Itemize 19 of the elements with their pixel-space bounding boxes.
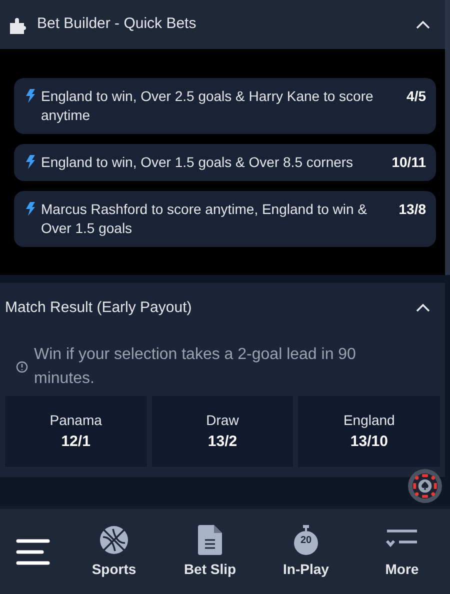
nav-tab[interactable]: More bbox=[354, 524, 450, 580]
odds: 13/8 bbox=[398, 200, 426, 219]
nav-tab[interactable]: Bet Slip bbox=[162, 524, 258, 580]
info-text: Win if your selection takes a 2-goal lead in 90 minutes. bbox=[34, 345, 357, 389]
odds: 10/11 bbox=[390, 153, 426, 172]
odds-button[interactable]: England 13/10 bbox=[298, 396, 440, 467]
quick-bet-card[interactable]: England to win, Over 1.5 goals & Over 8.5 corners 10/11 bbox=[14, 144, 436, 181]
section-title: Bet Builder - Quick Bets bbox=[37, 14, 198, 34]
quick-bet-card[interactable]: Marcus Rashford to score anytime, England to win & Over 1.5 goals 13/8 bbox=[14, 191, 436, 247]
odds-button[interactable]: Draw 13/2 bbox=[152, 396, 294, 467]
market-title: Match Result (Early Payout) bbox=[5, 298, 193, 318]
odds: 4/5 bbox=[406, 87, 426, 106]
bet-description: England to win, Over 1.5 goals & Over 8.5 corners bbox=[41, 153, 354, 172]
bet-description: Marcus Rashford to score anytime, England to win & Over 1.5 goals bbox=[41, 200, 368, 238]
bet-description: England to win, Over 2.5 goals & Harry Kane to score anytime bbox=[41, 87, 374, 125]
nav-tab[interactable]: Sports bbox=[66, 524, 162, 580]
odds-button[interactable]: Panama 12/1 bbox=[5, 396, 147, 467]
quick-bet-card[interactable]: England to win, Over 2.5 goals & Harry Kane to score anytime 4/5 bbox=[14, 78, 436, 134]
nav-tab[interactable]: 20 In-Play bbox=[258, 524, 354, 580]
